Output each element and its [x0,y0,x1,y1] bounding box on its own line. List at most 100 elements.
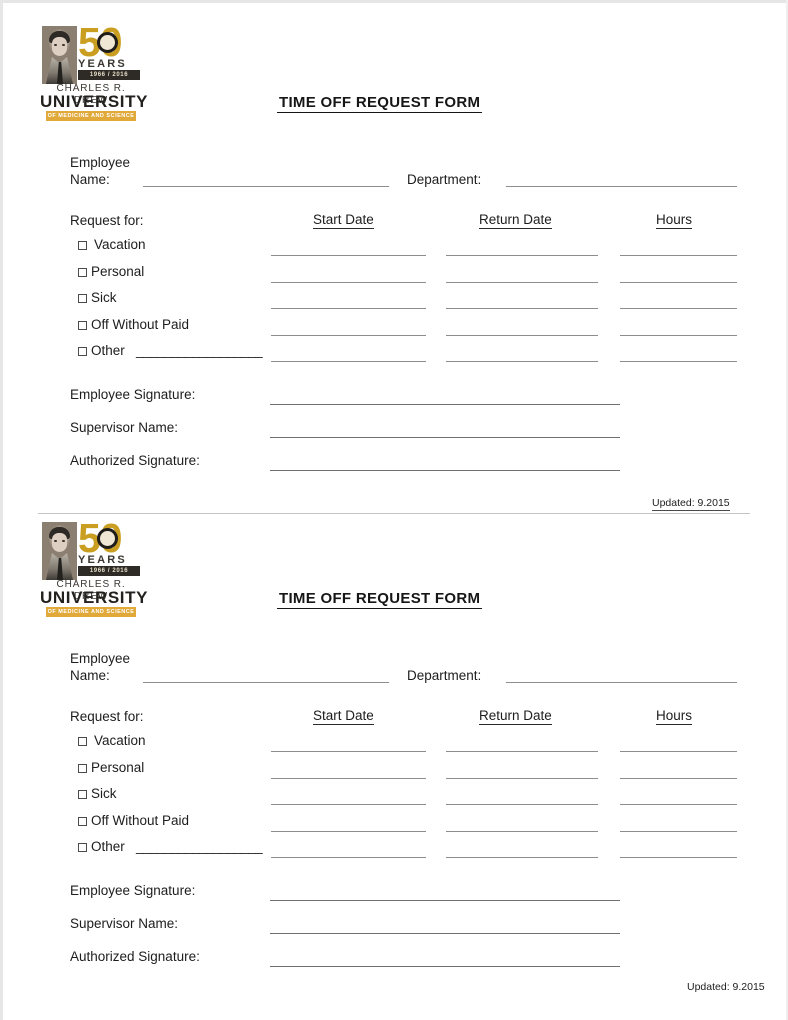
checkbox-label-off-without-paid: Off Without Paid [91,812,190,828]
column-header-start-date: Start Date [313,708,374,725]
university-logo: 50YEARS1966 / 2016CHARLES R. DREWUNIVERS… [38,518,149,617]
entry-line-row4-start-date[interactable] [271,830,426,832]
entry-line-row5-start-date[interactable] [271,857,426,858]
entry-line-row1-start-date[interactable] [271,255,426,256]
input-line-supervisor-name[interactable] [270,933,620,934]
entry-line-row4-start-date[interactable] [271,334,426,336]
portrait-eye-l [54,44,57,46]
input-line-supervisor-name[interactable] [270,437,620,438]
employee-name-input-line[interactable] [143,186,389,187]
entry-line-row3-return-date[interactable] [446,804,598,805]
page-edge-top [0,0,788,3]
other-fill-in-line[interactable]: __________________ [136,343,263,358]
entry-line-row5-return-date[interactable] [446,361,598,362]
entry-line-row1-hours[interactable] [620,255,737,256]
employee-name-label: Employee Name: [70,155,131,187]
checkbox-other[interactable] [78,843,87,852]
checkbox-label-vacation: Vacation [94,237,146,252]
label-employee-signature: Employee Signature: [70,387,196,402]
employee-name-input-line[interactable] [143,682,389,683]
checkbox-sick[interactable] [78,294,87,303]
entry-line-row4-return-date[interactable] [446,830,598,832]
checkbox-label-vacation: Vacation [94,733,146,748]
university-logo: 50YEARS1966 / 2016CHARLES R. DREWUNIVERS… [38,22,149,121]
entry-line-row5-start-date[interactable] [271,361,426,362]
department-input-line[interactable] [506,186,737,187]
entry-line-row1-hours[interactable] [620,751,737,752]
checkbox-label-sick: Sick [91,290,117,305]
entry-line-row2-start-date[interactable] [271,777,426,779]
entry-line-row5-hours[interactable] [620,857,737,858]
request-for-label: Request for: [70,213,144,228]
entry-line-row2-hours[interactable] [620,777,737,779]
form-title: TIME OFF REQUEST FORM [277,94,483,113]
column-header-hours: Hours [656,212,693,229]
checkbox-personal[interactable] [78,267,87,277]
label-supervisor-name: Supervisor Name: [70,916,179,931]
entry-line-row3-return-date[interactable] [446,308,598,309]
page-edge-left [0,0,3,1020]
request-for-label: Request for: [70,709,144,724]
logo-tagline-banner: OF MEDICINE AND SCIENCE [46,607,136,617]
portrait-face [52,37,67,56]
logo-name-line2: UNIVERSITY [40,92,149,111]
entry-line-row1-start-date[interactable] [271,751,426,752]
entry-line-row3-hours[interactable] [620,804,737,805]
checkbox-label-other: Other [91,839,125,854]
label-employee-signature: Employee Signature: [70,883,196,898]
checkbox-off-without-paid[interactable] [78,320,87,330]
checkbox-other[interactable] [78,347,87,356]
input-line-authorized-signature[interactable] [270,470,620,471]
logo-year-range: 1966 / 2016 [78,566,140,576]
portrait-eye-l [54,540,57,542]
checkbox-vacation[interactable] [78,737,87,746]
entry-line-row5-hours[interactable] [620,361,737,362]
entry-line-row3-hours[interactable] [620,308,737,309]
founder-portrait-photo [42,26,77,84]
checkbox-label-off-without-paid: Off Without Paid [91,316,190,332]
other-fill-in-line[interactable]: __________________ [136,839,263,854]
input-line-employee-signature[interactable] [270,404,620,405]
copy-divider [38,513,750,514]
entry-line-row2-return-date[interactable] [446,281,598,283]
label-authorized-signature: Authorized Signature: [70,949,200,964]
column-header-start-date: Start Date [313,212,374,229]
entry-line-row1-return-date[interactable] [446,751,598,752]
column-header-return-date: Return Date [479,708,552,725]
entry-line-row4-return-date[interactable] [446,334,598,336]
input-line-employee-signature[interactable] [270,900,620,901]
portrait-face [52,533,67,552]
portrait-eye-r [62,44,65,46]
updated-stamp: Updated: 9.2015 [687,981,765,993]
entry-line-row5-return-date[interactable] [446,857,598,858]
checkbox-label-personal: Personal [91,263,145,279]
logo-name-line2: UNIVERSITY [40,588,149,607]
entry-line-row2-start-date[interactable] [271,281,426,283]
entry-line-row1-return-date[interactable] [446,255,598,256]
department-input-line[interactable] [506,682,737,683]
logo-tagline-banner: OF MEDICINE AND SCIENCE [46,111,136,121]
label-supervisor-name: Supervisor Name: [70,420,179,435]
column-header-return-date: Return Date [479,212,552,229]
logo-year-range: 1966 / 2016 [78,70,140,80]
checkbox-label-other: Other [91,343,125,358]
department-label: Department: [407,172,482,187]
portrait-eye-r [62,540,65,542]
department-label: Department: [407,668,482,683]
checkbox-label-personal: Personal [91,759,145,775]
input-line-authorized-signature[interactable] [270,966,620,967]
checkbox-label-sick: Sick [91,786,117,801]
entry-line-row4-hours[interactable] [620,830,737,832]
form-title: TIME OFF REQUEST FORM [277,590,483,609]
checkbox-personal[interactable] [78,763,87,773]
logo-years-word: YEARS [78,58,127,70]
checkbox-sick[interactable] [78,790,87,799]
logo-years-word: YEARS [78,554,127,566]
entry-line-row2-hours[interactable] [620,281,737,283]
entry-line-row4-hours[interactable] [620,334,737,336]
entry-line-row3-start-date[interactable] [271,308,426,309]
checkbox-vacation[interactable] [78,241,87,250]
entry-line-row3-start-date[interactable] [271,804,426,805]
entry-line-row2-return-date[interactable] [446,777,598,779]
checkbox-off-without-paid[interactable] [78,816,87,826]
